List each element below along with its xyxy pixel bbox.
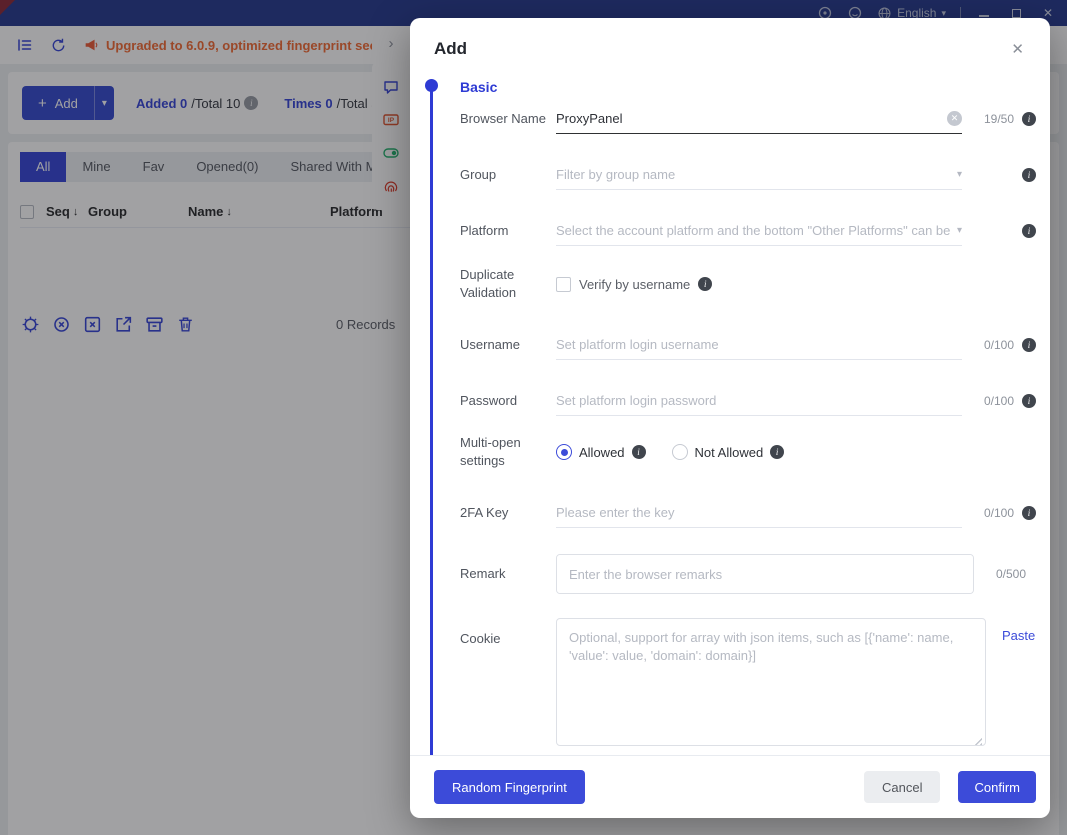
info-icon[interactable]: i <box>770 445 784 459</box>
browser-name-counter: 19/50 <box>976 112 1014 126</box>
platform-label: Platform <box>460 222 556 240</box>
section-basic-heading: Basic <box>460 78 1026 96</box>
verify-username-label: Verify by username <box>579 277 690 292</box>
group-label: Group <box>460 166 556 184</box>
radio-unselected-icon <box>672 444 688 460</box>
random-fingerprint-button[interactable]: Random Fingerprint <box>434 770 585 804</box>
not-allowed-label: Not Allowed <box>695 445 764 460</box>
section-timeline <box>430 84 433 755</box>
field-group: Group ▾ i <box>460 160 1026 190</box>
info-icon[interactable]: i <box>1022 338 1036 352</box>
platform-select[interactable] <box>556 223 951 238</box>
username-counter: 0/100 <box>976 338 1014 352</box>
tfa-counter: 0/100 <box>976 506 1014 520</box>
remark-textarea[interactable] <box>556 554 974 594</box>
password-counter: 0/100 <box>976 394 1014 408</box>
username-input[interactable] <box>556 337 962 352</box>
username-label: Username <box>460 336 556 354</box>
duplicate-validation-label: Duplicate Validation <box>460 266 556 302</box>
field-2fa-key: 2FA Key 0/100 i <box>460 498 1026 528</box>
info-icon[interactable]: i <box>632 445 646 459</box>
paste-link[interactable]: Paste <box>1002 628 1035 643</box>
field-username: Username 0/100 i <box>460 330 1026 360</box>
info-icon[interactable]: i <box>1022 224 1036 238</box>
modal-header: Add ✕ <box>410 18 1050 74</box>
info-icon[interactable]: i <box>1022 168 1036 182</box>
modal-title: Add <box>434 39 467 59</box>
close-icon[interactable]: ✕ <box>1011 40 1024 58</box>
field-duplicate-validation: Duplicate Validation Verify by username … <box>460 264 1026 304</box>
add-browser-modal: Add ✕ Basic Browser Name ✕ 19/50 i <box>410 18 1050 818</box>
browser-name-input[interactable] <box>556 111 947 126</box>
cookie-textarea[interactable] <box>556 618 986 746</box>
multiopen-label: Multi-open settings <box>460 434 556 470</box>
caret-down-icon[interactable]: ▾ <box>957 169 962 180</box>
verify-username-checkbox[interactable] <box>556 277 571 292</box>
password-input[interactable] <box>556 393 962 408</box>
confirm-button[interactable]: Confirm <box>958 771 1036 803</box>
field-cookie: Cookie Paste <box>460 618 1026 751</box>
group-select[interactable] <box>556 167 951 182</box>
cookie-label: Cookie <box>460 618 556 648</box>
field-multiopen: Multi-open settings Allowed i Not Allowe… <box>460 434 1026 470</box>
caret-down-icon[interactable]: ▾ <box>957 225 962 236</box>
cancel-button[interactable]: Cancel <box>864 771 940 803</box>
info-icon[interactable]: i <box>1022 506 1036 520</box>
field-browser-name: Browser Name ✕ 19/50 i <box>460 104 1026 134</box>
browser-name-label: Browser Name <box>460 110 556 128</box>
info-icon[interactable]: i <box>1022 394 1036 408</box>
info-icon[interactable]: i <box>1022 112 1036 126</box>
section-dot <box>425 79 438 92</box>
allowed-label: Allowed <box>579 445 625 460</box>
tfa-key-input[interactable] <box>556 505 962 520</box>
multiopen-allowed-option[interactable]: Allowed i <box>556 444 646 460</box>
field-remark: Remark 0/500 <box>460 554 1026 594</box>
multiopen-not-allowed-option[interactable]: Not Allowed i <box>672 444 785 460</box>
remark-label: Remark <box>460 565 556 583</box>
remark-counter: 0/500 <box>988 567 1026 581</box>
tfa-label: 2FA Key <box>460 504 556 522</box>
field-platform: Platform ▾ i <box>460 216 1026 246</box>
password-label: Password <box>460 392 556 410</box>
modal-footer: Random Fingerprint Cancel Confirm <box>410 755 1050 818</box>
screen: English ▾ ✕ Upgraded to 6.0.9, optimized… <box>0 0 1067 835</box>
info-icon[interactable]: i <box>698 277 712 291</box>
clear-icon[interactable]: ✕ <box>947 111 962 126</box>
modal-body: Basic Browser Name ✕ 19/50 i Group <box>410 74 1050 755</box>
radio-selected-icon <box>556 444 572 460</box>
field-password: Password 0/100 i <box>460 386 1026 416</box>
